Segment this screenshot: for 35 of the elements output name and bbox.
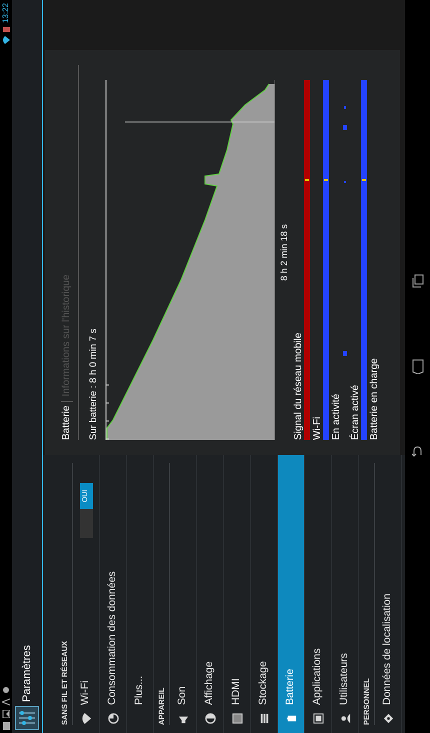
panel-title: Batterie: [60, 406, 73, 440]
clock-time: 13:22: [2, 3, 10, 24]
storage-icon: [258, 713, 270, 724]
back-icon[interactable]: [412, 444, 424, 458]
settings-item[interactable]: Plus...: [127, 455, 154, 733]
settings-item[interactable]: Données de localisation: [375, 455, 402, 733]
battery-summary: Sur batterie : 8 h 0 min 7 s: [87, 328, 100, 440]
battery-icon: [2, 27, 10, 32]
user-icon: [340, 713, 350, 724]
settings-app-icon[interactable]: [15, 706, 39, 730]
timeline-label: Batterie en charge: [368, 357, 380, 440]
settings-item[interactable]: Son: [170, 455, 197, 733]
wifi-icon: [80, 713, 92, 724]
home-icon[interactable]: [412, 358, 424, 374]
timeline-label: En activité: [330, 392, 342, 440]
timeline-label: Écran activé: [350, 384, 361, 440]
location-icon: [382, 713, 394, 724]
settings-item[interactable]: Applications: [305, 455, 332, 733]
timeline-label: Wi-Fi: [312, 416, 323, 440]
settings-item[interactable]: Affichage: [197, 455, 224, 733]
battery-icon: [286, 713, 296, 724]
pie-chart-icon: [108, 713, 118, 724]
settings-item[interactable]: Batterie: [278, 455, 305, 733]
timeline-label: Signal du réseau mobile: [292, 332, 304, 440]
settings-item[interactable]: Consommation des données: [100, 455, 127, 733]
half-circle-icon: [204, 713, 216, 724]
app-title: Paramètres: [20, 645, 34, 702]
image-icon: [2, 710, 10, 718]
recent-apps-icon[interactable]: [412, 274, 424, 288]
settings-item[interactable]: Utilisateurs: [332, 455, 359, 733]
square-icon: [232, 713, 242, 724]
chart-duration: 8 h 2 min 18 s: [278, 224, 290, 281]
wifi-icon: [2, 36, 10, 44]
settings-item[interactable]: HDMI: [224, 455, 251, 733]
apps-icon: [312, 713, 324, 724]
